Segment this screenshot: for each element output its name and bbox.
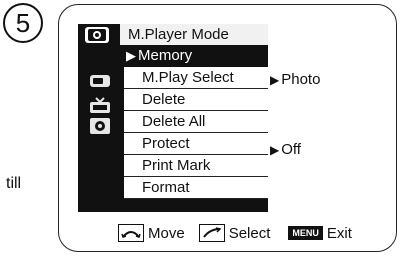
move-label: Move <box>148 224 185 242</box>
protect-value-text: Off <box>281 141 301 158</box>
value-arrow-icon: ▶ <box>270 142 280 157</box>
menu-item-protect[interactable]: Protect <box>124 133 268 155</box>
menu-header-title: M.Player Mode <box>120 24 268 46</box>
mplay-select-value: ▶ Photo <box>270 71 320 88</box>
menu-header: M.Player Mode <box>78 24 268 46</box>
menu-item-memory[interactable]: ▶ Memory <box>78 45 268 67</box>
protect-value: ▶ Off <box>270 141 301 158</box>
menu-item-format[interactable]: Format <box>124 177 268 199</box>
exit-label: Exit <box>326 224 352 242</box>
tape-icon <box>90 75 110 87</box>
menu-item-mplay-select[interactable]: M.Play Select <box>124 67 268 89</box>
menu-list: M.Play Select Delete Delete All Protect … <box>120 67 268 199</box>
mplay-select-value-text: Photo <box>281 71 321 88</box>
select-label: Select <box>228 224 271 242</box>
side-text: till <box>6 175 22 192</box>
select-arc-icon <box>198 224 225 242</box>
menu-item-label: Memory <box>138 47 193 64</box>
step-number: 5 <box>3 3 43 43</box>
menu-item-delete[interactable]: Delete <box>124 89 268 111</box>
value-arrow-icon: ▶ <box>270 72 280 87</box>
camera-icon <box>85 27 109 43</box>
move-arc-icon <box>118 224 144 242</box>
control-hints: Move Select MENU Exit <box>118 222 388 244</box>
tv-icon <box>90 97 110 113</box>
menu-item-delete-all[interactable]: Delete All <box>124 111 268 133</box>
menu-item-print-mark[interactable]: Print Mark <box>124 155 268 177</box>
gear-icon <box>90 118 110 134</box>
menu-key-icon: MENU <box>288 226 323 240</box>
selected-arrow-icon: ▶ <box>126 48 136 63</box>
